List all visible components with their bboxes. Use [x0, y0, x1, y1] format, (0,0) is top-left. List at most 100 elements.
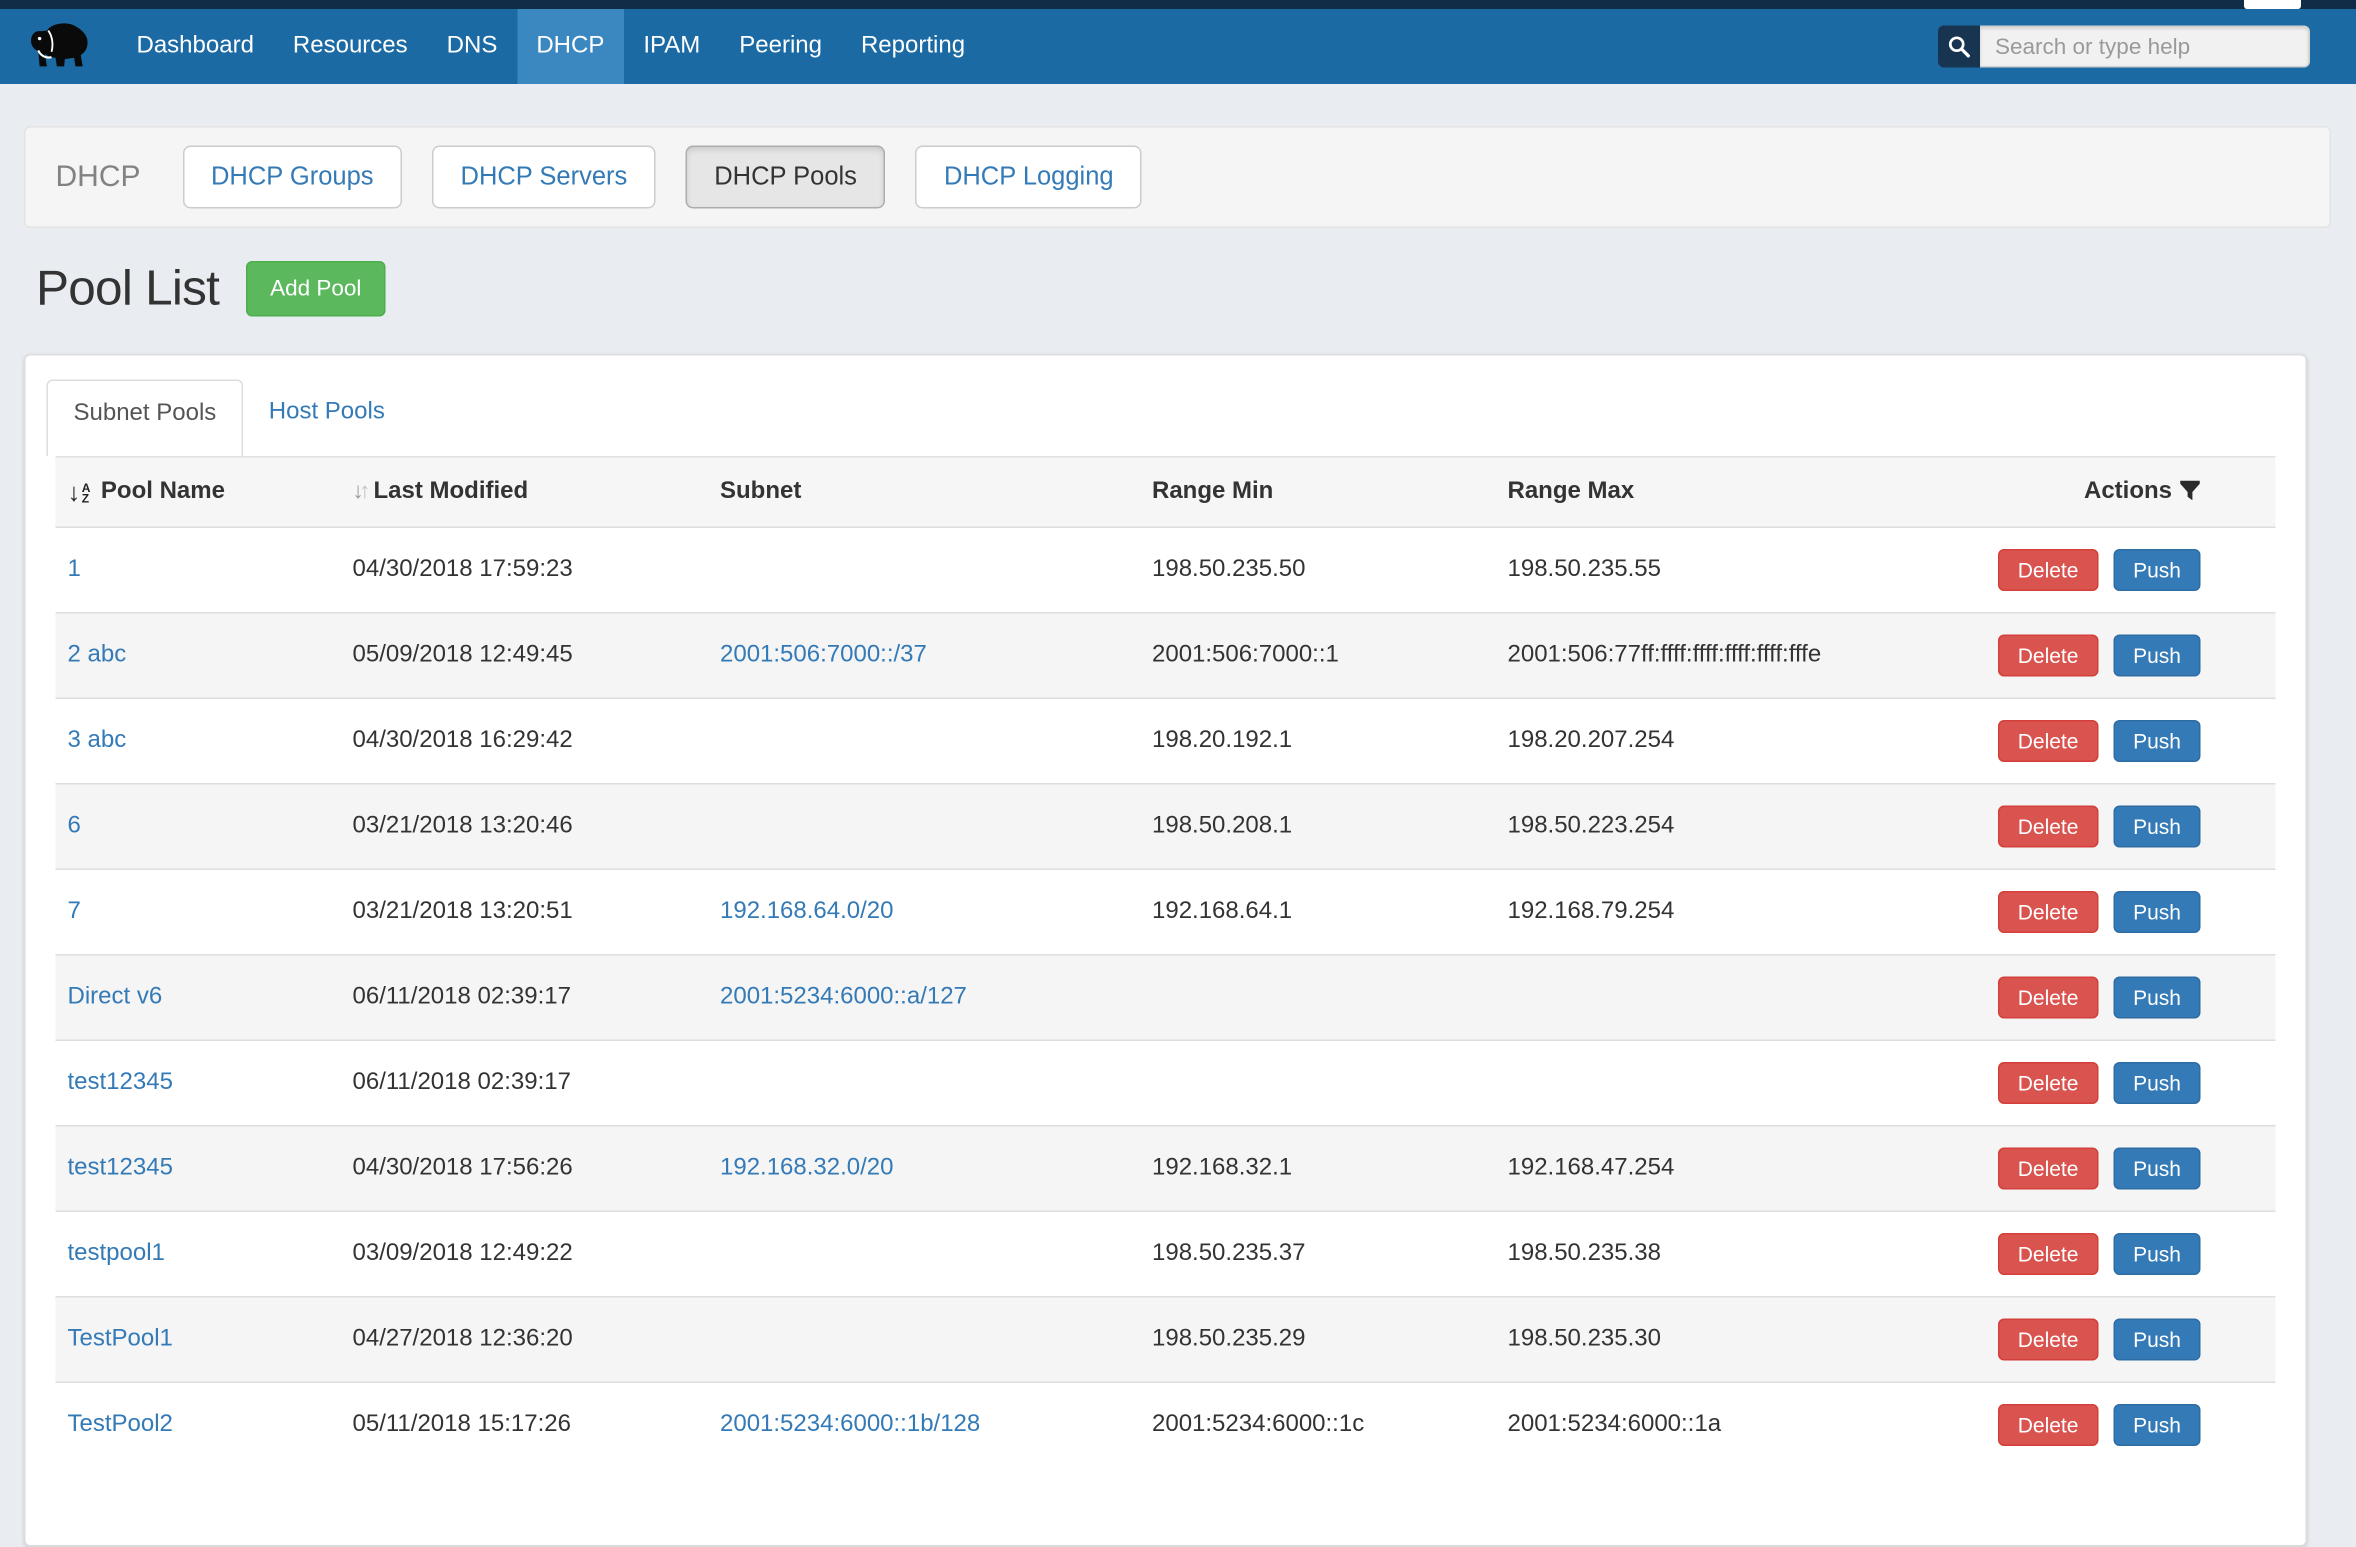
subnet-link[interactable]: 2001:5234:6000::a/127: [720, 984, 967, 1010]
column-header-last-modified[interactable]: ↓↑Last Modified: [341, 457, 709, 528]
subnet-cell: [708, 1297, 1140, 1383]
search-input[interactable]: [1980, 26, 2310, 68]
pool-name-link[interactable]: Direct v6: [68, 984, 163, 1010]
table-row: test12345 06/11/2018 02:39:17 Delete Pus…: [56, 1040, 2276, 1126]
column-header-pool-name[interactable]: ↓AZPool Name: [56, 457, 341, 528]
range-max-cell: [1496, 1040, 1853, 1126]
tab[interactable]: Host Pools: [243, 380, 410, 448]
pool-name-link[interactable]: 7: [68, 899, 81, 925]
delete-button[interactable]: Delete: [1998, 1404, 2098, 1446]
actions-cell: Delete Push: [1853, 1211, 2276, 1297]
table-row: 6 03/21/2018 13:20:46 198.50.208.1 198.5…: [56, 784, 2276, 870]
pool-name-link[interactable]: TestPool1: [68, 1326, 173, 1352]
subnet-link[interactable]: 2001:5234:6000::1b/128: [720, 1412, 980, 1438]
nav-item[interactable]: DHCP: [517, 9, 624, 84]
nav-item[interactable]: Resources: [273, 9, 427, 84]
column-header-actions: Actions: [1853, 457, 2276, 528]
last-modified-cell: 03/21/2018 13:20:51: [341, 869, 709, 955]
dhcp-subnav-panel: DHCP DHCP Groups DHCP Servers DHCP Pools…: [24, 126, 2331, 228]
pools-table: ↓AZPool Name ↓↑Last Modified Subnet Rang…: [56, 456, 2276, 1467]
pool-name-link[interactable]: test12345: [68, 1155, 173, 1181]
nav-item[interactable]: Peering: [720, 9, 842, 84]
nav-item-label: Peering: [739, 33, 822, 60]
actions-cell: Delete Push: [1853, 527, 2276, 613]
pool-name-link[interactable]: 2 abc: [68, 642, 127, 668]
column-header-subnet: Subnet: [708, 457, 1140, 528]
delete-button[interactable]: Delete: [1998, 1062, 2098, 1104]
delete-button[interactable]: Delete: [1998, 1319, 2098, 1361]
subnav-button[interactable]: DHCP Groups: [183, 146, 403, 209]
last-modified-cell: 05/11/2018 15:17:26: [341, 1382, 709, 1467]
push-button[interactable]: Push: [2114, 1319, 2201, 1361]
pool-name-link[interactable]: TestPool2: [68, 1412, 173, 1438]
push-button[interactable]: Push: [2114, 977, 2201, 1019]
last-modified-cell: 06/11/2018 02:39:17: [341, 955, 709, 1041]
delete-button[interactable]: Delete: [1998, 806, 2098, 848]
delete-button[interactable]: Delete: [1998, 1233, 2098, 1275]
table-row: testpool1 03/09/2018 12:49:22 198.50.235…: [56, 1211, 2276, 1297]
table-row: 1 04/30/2018 17:59:23 198.50.235.50 198.…: [56, 527, 2276, 613]
main-nav: Dashboard Resources DNS DHCP: [117, 9, 985, 84]
pool-tabs: Subnet Pools Host Pools: [26, 356, 2306, 457]
actions-cell: Delete Push: [1853, 1382, 2276, 1467]
subnav-button[interactable]: DHCP Logging: [915, 146, 1142, 209]
delete-button[interactable]: Delete: [1998, 549, 2098, 591]
push-button[interactable]: Push: [2114, 1148, 2201, 1190]
top-strip-notch: [2244, 0, 2301, 9]
delete-button[interactable]: Delete: [1998, 891, 2098, 933]
push-button[interactable]: Push: [2114, 720, 2201, 762]
range-max-cell: 198.20.207.254: [1496, 698, 1853, 784]
delete-button[interactable]: Delete: [1998, 720, 2098, 762]
push-button[interactable]: Push: [2114, 1404, 2201, 1446]
nav-item[interactable]: Dashboard: [117, 9, 273, 84]
search-icon[interactable]: [1938, 26, 1980, 68]
pool-name-link[interactable]: 6: [68, 813, 81, 839]
nav-item-label: DHCP: [536, 33, 604, 60]
pool-name-link[interactable]: 3 abc: [68, 728, 127, 754]
top-strip: [0, 0, 2356, 9]
table-row: 2 abc 05/09/2018 12:49:45 2001:506:7000:…: [56, 613, 2276, 699]
range-min-cell: 192.168.32.1: [1140, 1126, 1496, 1212]
pool-name-link[interactable]: test12345: [68, 1070, 173, 1096]
nav-item[interactable]: DNS: [427, 9, 517, 84]
push-button[interactable]: Push: [2114, 635, 2201, 677]
nav-item-label: Dashboard: [137, 33, 254, 60]
delete-button[interactable]: Delete: [1998, 977, 2098, 1019]
pool-name-cell: 2 abc: [56, 613, 341, 699]
subnet-link[interactable]: 192.168.32.0/20: [720, 1155, 894, 1181]
subnav-title: DHCP: [56, 160, 141, 195]
actions-cell: Delete Push: [1853, 784, 2276, 870]
top-navbar: Dashboard Resources DNS DHCP: [0, 9, 2356, 84]
push-button[interactable]: Push: [2114, 1062, 2201, 1104]
tab[interactable]: Subnet Pools: [47, 380, 244, 457]
nav-item[interactable]: IPAM: [624, 9, 720, 84]
last-modified-cell: 05/09/2018 12:49:45: [341, 613, 709, 699]
pool-name-cell: TestPool2: [56, 1382, 341, 1467]
pool-name-cell: TestPool1: [56, 1297, 341, 1383]
push-button[interactable]: Push: [2114, 1233, 2201, 1275]
range-min-cell: 198.50.208.1: [1140, 784, 1496, 870]
subnav-button[interactable]: DHCP Servers: [432, 146, 656, 209]
push-button[interactable]: Push: [2114, 549, 2201, 591]
actions-cell: Delete Push: [1853, 1126, 2276, 1212]
range-max-cell: 198.50.235.38: [1496, 1211, 1853, 1297]
table-header-row: ↓AZPool Name ↓↑Last Modified Subnet Rang…: [56, 457, 2276, 528]
delete-button[interactable]: Delete: [1998, 635, 2098, 677]
brand-logo-link[interactable]: [0, 9, 117, 84]
delete-button[interactable]: Delete: [1998, 1148, 2098, 1190]
push-button[interactable]: Push: [2114, 806, 2201, 848]
actions-cell: Delete Push: [1853, 1297, 2276, 1383]
subnet-link[interactable]: 2001:506:7000::/37: [720, 642, 927, 668]
subnet-cell: 192.168.32.0/20: [708, 1126, 1140, 1212]
last-modified-cell: 03/21/2018 13:20:46: [341, 784, 709, 870]
nav-item[interactable]: Reporting: [841, 9, 984, 84]
add-pool-button[interactable]: Add Pool: [246, 260, 385, 316]
filter-icon[interactable]: [2180, 480, 2201, 501]
subnet-cell: [708, 784, 1140, 870]
pool-name-link[interactable]: testpool1: [68, 1241, 165, 1267]
pool-name-link[interactable]: 1: [68, 557, 81, 583]
table-row: 3 abc 04/30/2018 16:29:42 198.20.192.1 1…: [56, 698, 2276, 784]
push-button[interactable]: Push: [2114, 891, 2201, 933]
subnet-link[interactable]: 192.168.64.0/20: [720, 899, 894, 925]
subnav-button[interactable]: DHCP Pools: [686, 146, 886, 209]
